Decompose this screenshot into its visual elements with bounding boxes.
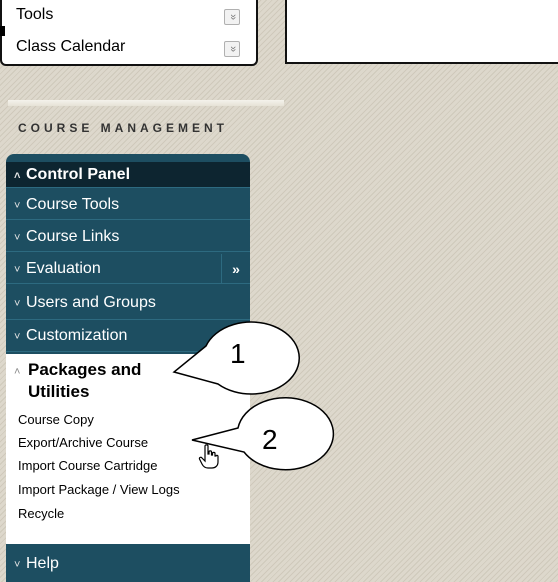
callout-annotations <box>172 321 335 471</box>
callout-number-2: 2 <box>262 424 278 455</box>
callout-number-1: 1 <box>230 338 246 369</box>
hand-cursor-icon <box>198 444 219 469</box>
